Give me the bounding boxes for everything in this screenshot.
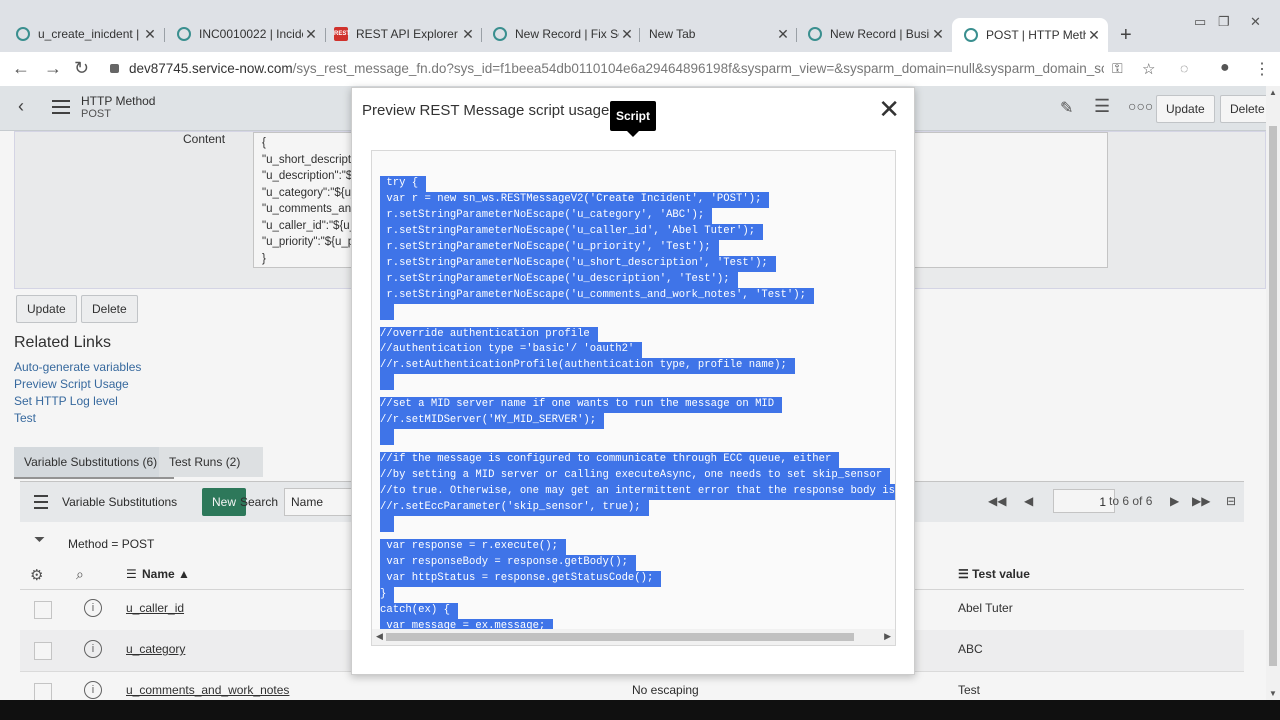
tab-label: New Tab <box>649 27 696 41</box>
browser-tab[interactable]: u_create_inicdent | ✕ <box>4 20 164 48</box>
close-icon[interactable]: ✕ <box>1086 27 1102 44</box>
menu-dots-icon[interactable]: ⋮ <box>1254 59 1270 79</box>
preview-script-modal: Preview REST Message script usage Script… <box>351 87 915 675</box>
restore-icon[interactable]: ❐ <box>1218 14 1230 30</box>
close-icon[interactable]: ✕ <box>930 26 946 43</box>
code-line: //if the message is configured to commun… <box>380 452 840 468</box>
servicenow-icon <box>493 27 507 41</box>
key-icon[interactable]: ⚿ <box>1112 60 1123 77</box>
code-line: var httpStatus = response.getStatusCode(… <box>380 570 662 587</box>
code-line <box>380 515 394 532</box>
page-scrollbar[interactable]: ▲ ▼ <box>1266 86 1280 700</box>
browser-tab[interactable]: INC0010022 | Incide ✕ <box>165 20 325 48</box>
close-icon[interactable]: ✕ <box>460 26 476 43</box>
code-line: r.setStringParameterNoEscape('u_short_de… <box>380 255 776 272</box>
url-path: /sys_rest_message_fn.do?sys_id=f1beea54d… <box>292 61 1104 76</box>
browser-tab-bar: u_create_inicdent | ✕ INC0010022 | Incide… <box>0 0 1280 52</box>
code-line: //set a MID server name if one wants to … <box>380 397 783 414</box>
back-arrow-icon[interactable]: ← <box>12 58 30 79</box>
code-line: //r.setMIDServer('MY_MID_SERVER'); <box>380 413 605 430</box>
close-icon[interactable]: ✕ <box>775 26 791 43</box>
script-code-box[interactable]: try { var r = new sn_ws.RESTMessageV2('C… <box>371 150 896 646</box>
code-line: r.setStringParameterNoEscape('u_descript… <box>380 271 738 288</box>
scroll-up-icon[interactable]: ▲ <box>1269 88 1277 97</box>
code-line: r.setStringParameterNoEscape('u_comments… <box>380 287 814 304</box>
code-line: r.setStringParameterNoEscape('u_priority… <box>380 239 719 256</box>
close-window-icon[interactable]: ✕ <box>1250 14 1261 30</box>
scroll-right-icon[interactable]: ▶ <box>884 631 891 642</box>
code-line: r.setStringParameterNoEscape('u_caller_i… <box>380 223 764 240</box>
code-line: catch(ex) { <box>380 602 458 619</box>
extension-icon[interactable]: ◌ <box>1180 60 1188 76</box>
script-tooltip: Script <box>610 101 656 137</box>
servicenow-icon <box>16 27 30 41</box>
browser-tab-active[interactable]: POST | HTTP Metho ✕ <box>952 18 1108 52</box>
servicenow-icon <box>177 27 191 41</box>
code-line <box>380 374 394 391</box>
code-line: //override authentication profile <box>380 326 598 343</box>
scroll-left-icon[interactable]: ◀ <box>376 631 383 642</box>
code-line: //by setting a MID server or calling exe… <box>380 468 891 484</box>
rest-api-icon: REST <box>334 27 350 41</box>
tab-label: POST | HTTP Metho <box>986 28 1086 42</box>
url-field[interactable]: dev87745.service-now.com/sys_rest_messag… <box>104 56 1104 82</box>
script-code[interactable]: try { var r = new sn_ws.RESTMessageV2('C… <box>380 176 895 645</box>
code-line: var r = new sn_ws.RESTMessageV2('Create … <box>380 191 770 208</box>
browser-tab[interactable]: REST REST API Explorer ✕ <box>322 20 482 48</box>
tab-label: New Record | Fix Sc <box>515 27 619 41</box>
address-bar: ← → ↻ dev87745.service-now.com/sys_rest_… <box>0 52 1280 87</box>
reload-icon[interactable]: ↻ <box>74 58 89 79</box>
scroll-down-icon[interactable]: ▼ <box>1269 689 1277 698</box>
code-line: r.setStringParameterNoEscape('u_category… <box>380 207 713 224</box>
code-line <box>380 429 394 446</box>
horizontal-scrollbar[interactable]: ◀ ▶ <box>372 629 895 645</box>
scrollbar-thumb[interactable] <box>386 633 854 641</box>
servicenow-icon <box>964 28 978 42</box>
close-icon[interactable]: ✕ <box>878 96 900 122</box>
tab-label: u_create_inicdent | <box>38 27 140 41</box>
browser-tab[interactable]: New Record | Busin ✕ <box>796 20 952 48</box>
code-line: //to true. Otherwise, one may get an int… <box>380 483 895 500</box>
close-icon[interactable]: ✕ <box>619 26 635 43</box>
profile-icon[interactable]: ● <box>1220 59 1230 77</box>
close-icon[interactable]: ✕ <box>303 26 319 43</box>
browser-tab[interactable]: New Record | Fix Sc ✕ <box>481 20 641 48</box>
tab-label: New Record | Busin <box>830 27 930 41</box>
minimize-icon[interactable]: ▭ <box>1194 14 1206 30</box>
tab-label: REST API Explorer <box>356 27 458 41</box>
code-line: var response = r.execute(); <box>380 538 567 555</box>
url-host: dev87745.service-now.com <box>129 61 293 76</box>
star-icon[interactable]: ☆ <box>1142 60 1155 78</box>
code-line <box>380 303 394 320</box>
code-line: //authentication type ='basic'/ 'oauth2' <box>380 342 643 359</box>
code-line: try { <box>380 176 427 192</box>
code-line: //r.setEccParameter('skip_sensor', true)… <box>380 499 649 516</box>
taskbar <box>0 700 1280 720</box>
servicenow-icon <box>808 27 822 41</box>
code-line: var responseBody = response.getBody(); <box>380 554 636 571</box>
close-icon[interactable]: ✕ <box>142 26 158 43</box>
code-line: } <box>380 586 395 603</box>
new-tab-icon[interactable]: + <box>1120 24 1132 47</box>
modal-title: Preview REST Message script usage <box>362 102 610 119</box>
tab-label: INC0010022 | Incide <box>199 27 303 41</box>
code-line: //r.setAuthenticationProfile(authenticat… <box>380 358 795 375</box>
page-scrollbar-thumb[interactable] <box>1269 126 1277 666</box>
forward-arrow-icon[interactable]: → <box>44 58 62 79</box>
lock-icon <box>110 64 119 73</box>
browser-tab[interactable]: New Tab ✕ <box>637 20 797 48</box>
